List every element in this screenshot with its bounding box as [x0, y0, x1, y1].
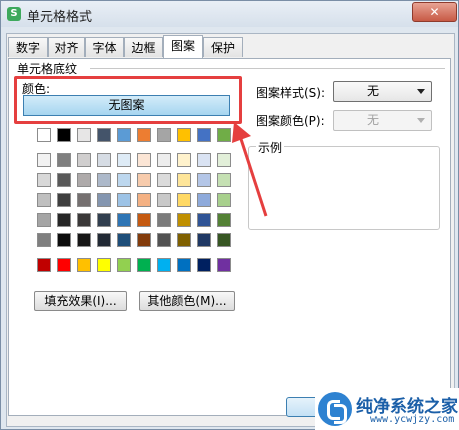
color-swatch[interactable] [37, 128, 51, 142]
color-swatch[interactable] [137, 173, 151, 187]
color-swatch[interactable] [177, 233, 191, 247]
color-swatch[interactable] [117, 193, 131, 207]
tab-border[interactable]: 边框 [124, 37, 163, 57]
color-swatch[interactable] [177, 213, 191, 227]
watermark-url: www.ycwjzy.com [370, 414, 455, 425]
color-swatch[interactable] [57, 258, 71, 272]
color-swatch[interactable] [177, 258, 191, 272]
tab-pattern[interactable]: 图案 [163, 35, 203, 58]
color-swatch[interactable] [57, 213, 71, 227]
annotation-arrow-icon [232, 122, 268, 217]
color-swatch[interactable] [97, 193, 111, 207]
color-swatch[interactable] [217, 233, 231, 247]
tab-number[interactable]: 数字 [8, 37, 48, 57]
color-swatch[interactable] [57, 173, 71, 187]
color-swatch[interactable] [197, 213, 211, 227]
color-swatch[interactable] [97, 258, 111, 272]
dropdown-arrow-icon [417, 89, 425, 94]
sample-preview [248, 146, 440, 230]
color-swatch[interactable] [117, 173, 131, 187]
color-swatch[interactable] [77, 128, 91, 142]
color-swatch[interactable] [137, 153, 151, 167]
color-swatch[interactable] [177, 193, 191, 207]
color-swatch[interactable] [77, 258, 91, 272]
color-swatch[interactable] [37, 233, 51, 247]
pattern-style-label: 图案样式(S): [256, 86, 326, 100]
color-swatch[interactable] [137, 128, 151, 142]
color-swatch[interactable] [197, 233, 211, 247]
color-swatch[interactable] [217, 258, 231, 272]
color-swatch[interactable] [77, 153, 91, 167]
pattern-style-select[interactable]: 无 [333, 81, 432, 102]
color-swatch[interactable] [117, 258, 131, 272]
color-swatch[interactable] [57, 193, 71, 207]
color-swatch[interactable] [197, 258, 211, 272]
color-swatch[interactable] [137, 193, 151, 207]
color-swatch[interactable] [197, 128, 211, 142]
color-swatch[interactable] [37, 193, 51, 207]
color-swatch[interactable] [177, 153, 191, 167]
annotation-highlight-box [14, 76, 242, 124]
color-swatch[interactable] [97, 233, 111, 247]
color-swatch[interactable] [197, 153, 211, 167]
pattern-color-select[interactable]: 无 [333, 110, 432, 131]
pattern-style-value: 无 [366, 84, 379, 98]
color-swatch[interactable] [117, 233, 131, 247]
color-swatch[interactable] [157, 233, 171, 247]
color-swatch[interactable] [137, 213, 151, 227]
close-button[interactable]: ✕ [412, 2, 457, 22]
tab-alignment[interactable]: 对齐 [48, 37, 85, 57]
color-swatch[interactable] [57, 233, 71, 247]
more-colors-button[interactable]: 其他颜色(M)... [139, 291, 235, 311]
color-swatch[interactable] [197, 173, 211, 187]
dialog-title: 单元格格式 [27, 10, 93, 25]
wps-app-icon: S [7, 7, 21, 21]
color-swatch[interactable] [197, 193, 211, 207]
dropdown-arrow-icon [417, 118, 425, 123]
color-swatch[interactable] [37, 258, 51, 272]
tab-font[interactable]: 字体 [85, 37, 124, 57]
color-swatch[interactable] [37, 153, 51, 167]
color-swatch[interactable] [77, 173, 91, 187]
color-swatch[interactable] [157, 128, 171, 142]
color-swatch[interactable] [97, 153, 111, 167]
color-swatch[interactable] [77, 193, 91, 207]
color-swatch[interactable] [137, 233, 151, 247]
color-swatch[interactable] [157, 213, 171, 227]
group-divider [90, 68, 445, 69]
color-swatch[interactable] [77, 213, 91, 227]
color-swatch[interactable] [177, 173, 191, 187]
color-swatch[interactable] [37, 173, 51, 187]
color-swatch[interactable] [157, 258, 171, 272]
fill-effects-button[interactable]: 填充效果(I)... [34, 291, 127, 311]
color-swatch[interactable] [117, 213, 131, 227]
color-swatch[interactable] [157, 153, 171, 167]
color-swatch[interactable] [37, 213, 51, 227]
color-swatch[interactable] [57, 153, 71, 167]
color-swatch[interactable] [157, 193, 171, 207]
color-swatch[interactable] [97, 128, 111, 142]
color-swatch[interactable] [157, 173, 171, 187]
color-swatch[interactable] [137, 258, 151, 272]
tab-protection[interactable]: 保护 [203, 37, 243, 57]
title-bar[interactable]: S 单元格格式 ✕ [1, 1, 458, 27]
watermark: 纯净系统之家 www.ycwjzy.com [315, 388, 459, 430]
color-swatch[interactable] [117, 153, 131, 167]
cell-shading-group-label: 单元格底纹 [16, 60, 79, 77]
color-swatch[interactable] [177, 128, 191, 142]
color-swatch[interactable] [97, 173, 111, 187]
color-swatch[interactable] [77, 233, 91, 247]
pattern-color-value: 无 [366, 113, 379, 127]
color-swatch[interactable] [97, 213, 111, 227]
color-swatch[interactable] [57, 128, 71, 142]
site-logo-icon [318, 392, 352, 426]
color-swatch[interactable] [117, 128, 131, 142]
